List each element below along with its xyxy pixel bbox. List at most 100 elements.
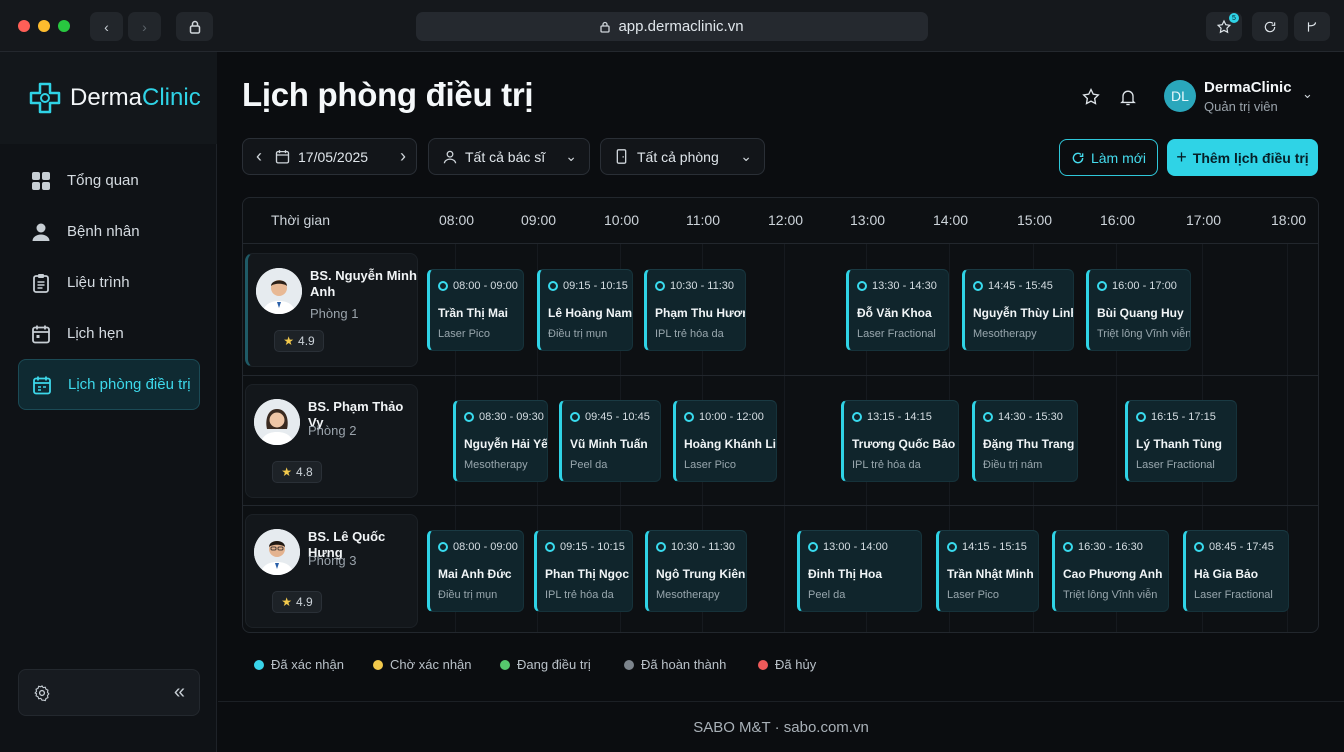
- appointment-time: 08:30 - 09:30: [479, 411, 544, 423]
- appointment-card[interactable]: 08:45 - 17:45 Hà Gia Bảo Laser Fractional: [1183, 530, 1289, 612]
- back-button[interactable]: ‹: [90, 12, 123, 41]
- legend-label: Chờ xác nhận: [390, 657, 472, 672]
- bell-icon[interactable]: [1118, 87, 1138, 107]
- appointment-card[interactable]: 16:15 - 17:15 Lý Thanh Tùng Laser Fraction…: [1125, 400, 1237, 482]
- room-label: Phòng 1: [310, 306, 359, 321]
- appointment-card[interactable]: 16:00 - 17:00 Bùi Quang Huy Triệt lông Vĩn…: [1086, 269, 1191, 351]
- minimize-window-button[interactable]: [38, 20, 50, 32]
- menu-button[interactable]: [1294, 12, 1330, 41]
- appointment-service: Điều trị mụn: [548, 328, 608, 340]
- branch-icon: [1307, 21, 1317, 32]
- appointment-card[interactable]: 13:00 - 14:00 Đinh Thị Hoa Peel da: [797, 530, 922, 612]
- appointment-card[interactable]: 10:30 - 11:30 Phạm Thu Hương IPL trẻ hóa d…: [644, 269, 746, 351]
- date-value: 17/05/2025: [298, 148, 369, 165]
- appointment-service: Mesotherapy: [464, 459, 528, 471]
- room-filter-select[interactable]: Tất cả phòng ⌄: [600, 138, 765, 175]
- address-bar[interactable]: app.dermaclinic.vn: [416, 12, 928, 41]
- appointment-patient: Đinh Thị Hoa: [808, 567, 882, 581]
- star-icon: ★: [283, 334, 295, 348]
- appointment-card[interactable]: 13:30 - 14:30 Đỗ Văn Khoa Laser Fractional: [846, 269, 949, 351]
- sidebar-item-label: Liệu trình: [67, 274, 130, 291]
- add-schedule-button[interactable]: + Thêm lịch điều trị: [1167, 139, 1318, 176]
- appointment-card[interactable]: 08:00 - 09:00 Trần Thị Mai Laser Pico: [427, 269, 524, 351]
- legend-dot: [254, 659, 264, 670]
- room-schedule-grid: Thời gian 08:00 09:00 10:00 11:00 12:00 …: [242, 197, 1319, 633]
- clock-icon: [655, 281, 665, 291]
- appointment-card[interactable]: 13:15 - 14:15 Trương Quốc Bảo IPL trẻ hóa …: [841, 400, 959, 482]
- clock-icon: [438, 542, 448, 552]
- star-icon[interactable]: [1081, 87, 1101, 107]
- appointment-time: 13:00 - 14:00: [823, 541, 888, 553]
- appointment-time: 14:30 - 15:30: [998, 411, 1063, 423]
- share-button[interactable]: [176, 12, 213, 41]
- appointment-card[interactable]: 08:00 - 09:00 Mai Anh Đức Điều trị mụn: [427, 530, 524, 612]
- doctor-avatar: [256, 268, 302, 314]
- forward-button[interactable]: ›: [128, 12, 161, 41]
- calendar-icon: [275, 150, 290, 164]
- appointment-card[interactable]: 16:30 - 16:30 Cao Phương Anh Triệt lông Vĩ…: [1052, 530, 1169, 612]
- sidebar-item-appointments[interactable]: Lịch hẹn: [18, 308, 200, 359]
- appointment-card[interactable]: 09:15 - 10:15 Phan Thị Ngọc IPL trẻ hóa da: [534, 530, 633, 612]
- refresh-button[interactable]: Làm mới: [1059, 139, 1158, 176]
- hour-label: 18:00: [1271, 212, 1307, 228]
- doctor-filter-select[interactable]: Tất cả bác sĩ ⌄: [428, 138, 590, 175]
- appointment-card[interactable]: 14:30 - 15:30 Đặng Thu Trang Điều trị nám: [972, 400, 1078, 482]
- sidebar-item-overview[interactable]: Tổng quan: [18, 155, 200, 206]
- hour-label: 08:00: [439, 212, 475, 228]
- appointment-card[interactable]: 09:45 - 10:45 Vũ Minh Tuấn Peel da: [559, 400, 661, 482]
- sidebar-item-patients[interactable]: Bệnh nhân: [18, 206, 200, 257]
- maximize-window-button[interactable]: [58, 20, 70, 32]
- appointment-card[interactable]: 09:15 - 10:15 Lê Hoàng Nam Điều trị mụn: [537, 269, 633, 351]
- rating-badge: ★ 4.9: [274, 330, 324, 352]
- sidebar-item-treatments[interactable]: Liệu trình: [18, 257, 200, 308]
- sync-button[interactable]: [1252, 12, 1288, 41]
- legend-label: Đã hoàn thành: [641, 657, 727, 672]
- appointment-time: 13:15 - 14:15: [867, 411, 932, 423]
- lock-icon: [189, 20, 200, 34]
- room-label: Phòng 3: [308, 553, 357, 568]
- clock-icon: [545, 542, 555, 552]
- close-window-button[interactable]: [18, 20, 30, 32]
- appointment-service: Mesotherapy: [973, 328, 1037, 340]
- hour-label: 11:00: [686, 212, 720, 228]
- legend-dot: [373, 659, 383, 670]
- sidebar-item-room-schedule[interactable]: Lịch phòng điều trị: [18, 359, 200, 410]
- doctor-card[interactable]: BS. Lê Quốc Hưng Phòng 3 ★ 4.9: [245, 514, 418, 628]
- appointment-card[interactable]: 14:45 - 15:45 Nguyễn Thùy Linh Mesotherapy: [962, 269, 1074, 351]
- clock-icon: [1136, 412, 1146, 422]
- time-header: Thời gian 08:00 09:00 10:00 11:00 12:00 …: [243, 198, 1318, 244]
- hour-label: 14:00: [933, 212, 969, 228]
- hour-label: 13:00: [850, 212, 886, 228]
- rating-badge: ★ 4.8: [272, 461, 322, 483]
- chevron-down-icon: ⌄: [1302, 86, 1313, 101]
- doctor-card[interactable]: BS. Nguyễn Minh Anh Phòng 1 ★ 4.9: [245, 253, 418, 367]
- grid-line: [784, 244, 785, 632]
- medical-cross-icon: [29, 82, 61, 114]
- brand-name-part2: Clinic: [142, 84, 201, 111]
- legend-dot: [624, 659, 634, 670]
- user-menu[interactable]: DL DermaClinic Quản trị viên ⌄: [1164, 78, 1319, 118]
- appointment-service: Laser Pico: [438, 328, 490, 340]
- sidebar-item-label: Lịch hẹn: [67, 325, 124, 342]
- collapse-sidebar-icon[interactable]: «: [174, 681, 185, 704]
- appointment-card[interactable]: 10:00 - 12:00 Hoàng Khánh Linh Laser Pico: [673, 400, 777, 482]
- previous-day-button[interactable]: ‹: [243, 146, 275, 167]
- appointment-service: IPL trẻ hóa da: [852, 459, 921, 471]
- appointment-time: 13:30 - 14:30: [872, 280, 937, 292]
- appointment-service: Laser Fractional: [857, 328, 936, 340]
- brand-name: DermaClinic: [70, 84, 201, 112]
- doctor-card[interactable]: BS. Phạm Thảo Vy Phòng 2 ★ 4.8: [245, 384, 418, 498]
- date-picker[interactable]: ‹ 17/05/2025 ›: [242, 138, 417, 175]
- appointment-time: 14:15 - 15:15: [962, 541, 1027, 553]
- appointment-time: 16:30 - 16:30: [1078, 541, 1143, 553]
- brand-logo[interactable]: DermaClinic: [0, 52, 217, 144]
- extensions-button[interactable]: 5: [1206, 12, 1242, 41]
- sidebar-item-label: Lịch phòng điều trị: [68, 376, 191, 393]
- appointment-card[interactable]: 08:30 - 09:30 Nguyễn Hải Yến Mesotherapy: [453, 400, 548, 482]
- appointment-card[interactable]: 10:30 - 11:30 Ngô Trung Kiên Mesotherapy: [645, 530, 747, 612]
- appointment-card[interactable]: 14:15 - 15:15 Trần Nhật Minh Laser Pico: [936, 530, 1039, 612]
- next-day-button[interactable]: ›: [400, 146, 406, 167]
- gear-icon[interactable]: [33, 684, 51, 702]
- user-role: Quản trị viên: [1204, 99, 1278, 114]
- chevron-down-icon: ⌄: [740, 148, 752, 164]
